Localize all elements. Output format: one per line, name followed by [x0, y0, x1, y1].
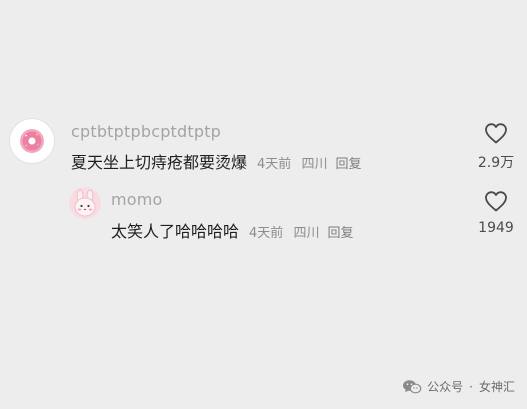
watermark-account: 女神汇 — [478, 380, 515, 394]
watermark-source: 公众号 — [427, 380, 464, 394]
comment-time: 4天前 — [249, 226, 284, 241]
comment-line: 太笑人了哈哈哈哈 4天前 四川 回复 — [111, 218, 353, 242]
like-button[interactable]: 1949 — [466, 190, 526, 236]
watermark-separator: · — [469, 379, 473, 394]
reply-comment-item: momo 太笑人了哈哈哈哈 4天前 四川 回复 1949 — [0, 0, 527, 260]
pink-bunny-avatar-icon — [69, 187, 101, 219]
user-avatar[interactable] — [69, 187, 101, 219]
like-count: 1949 — [478, 220, 514, 236]
wechat-icon — [403, 379, 422, 393]
comment-location: 四川 — [293, 226, 320, 241]
comment-text: 太笑人了哈哈哈哈 — [111, 222, 240, 241]
heart-icon — [485, 191, 507, 212]
reply-button[interactable]: 回复 — [327, 222, 353, 241]
comment-meta: 4天前 四川 — [249, 222, 319, 241]
comment-username[interactable]: momo — [111, 190, 163, 209]
watermark: 公众号 · 女神汇 — [402, 378, 515, 395]
